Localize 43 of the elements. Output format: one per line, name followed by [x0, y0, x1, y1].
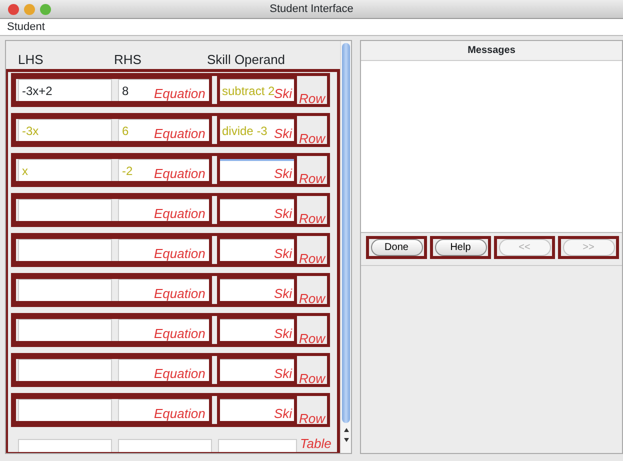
close-icon[interactable] — [8, 4, 19, 15]
annotation-label: Row — [299, 132, 326, 146]
annotation-box — [366, 236, 427, 259]
annotation-label: Row — [299, 92, 326, 106]
annotation-box — [430, 236, 491, 259]
annotation-label: Row — [299, 372, 326, 386]
messages-header: Messages — [361, 41, 622, 61]
annotation-label: Table — [300, 437, 332, 451]
scrollbar[interactable] — [340, 41, 351, 453]
annotation-label: Row — [299, 412, 326, 426]
annotation-label: Equation — [154, 367, 206, 381]
annotation-label: Row — [299, 212, 326, 226]
menu-item[interactable]: Student — [7, 21, 45, 33]
annotation-label: Row — [299, 292, 326, 306]
annotation-label: Equation — [154, 407, 206, 421]
annotation-label: Row — [299, 172, 326, 186]
annotation-label: Equation — [154, 287, 206, 301]
annotation-label: Ski — [274, 167, 292, 181]
annotation-label: Equation — [154, 87, 206, 101]
annotation-label: Ski — [274, 407, 292, 421]
window-title: Student Interface — [268, 2, 354, 17]
annotation-label: Ski — [274, 127, 292, 141]
annotation-label: Row — [299, 252, 326, 266]
annotation-label: Equation — [154, 167, 206, 181]
annotation-label: Ski — [274, 207, 292, 221]
annotation-label: Ski — [274, 247, 292, 261]
column-header: Skill Operand — [207, 50, 286, 69]
button[interactable]: Help — [434, 239, 486, 256]
annotation-label: Ski — [274, 327, 292, 341]
annotation-label: Equation — [154, 327, 206, 341]
annotation-box — [558, 236, 619, 259]
annotation-box — [494, 236, 555, 259]
annotation-label: Equation — [154, 247, 206, 261]
column-header: RHS — [114, 50, 142, 68]
scroll-thumb[interactable] — [342, 43, 350, 423]
annotation-label: Ski — [274, 367, 292, 381]
annotation-label: Row — [299, 332, 326, 346]
annotation-label: Equation — [154, 127, 206, 141]
column-header: LHS — [18, 50, 44, 68]
button[interactable]: Done — [370, 239, 422, 256]
annotation-label: Equation — [154, 207, 206, 221]
annotation-label: Ski — [274, 87, 292, 101]
annotation-label: Ski — [274, 287, 292, 301]
